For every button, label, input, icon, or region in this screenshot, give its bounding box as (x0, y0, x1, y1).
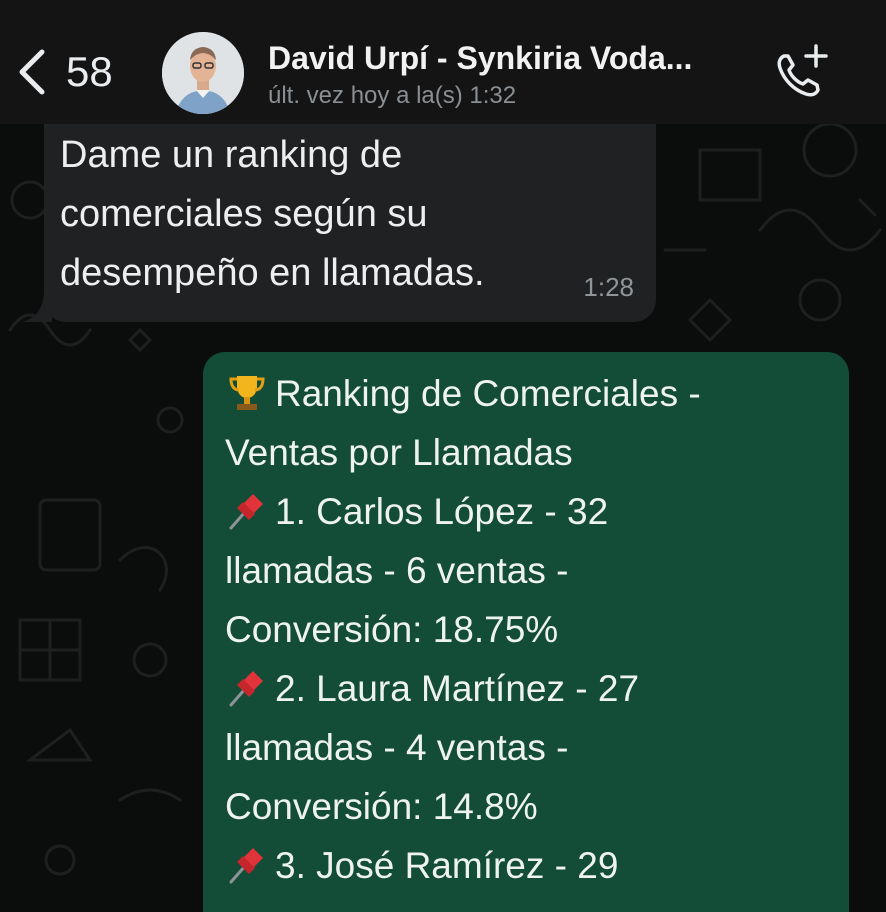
unread-count: 58 (66, 48, 113, 95)
message-line: 3. José Ramírez - 29 (225, 836, 825, 895)
incoming-message-text: Dame un ranking de comerciales según su … (60, 134, 485, 294)
outgoing-message-text: Ranking de Comerciales - Ventas por Llam… (225, 364, 825, 895)
message-line: Conversión: 18.75% (225, 609, 559, 650)
pushpin-icon (229, 671, 263, 707)
message-line: 1. Carlos López - 32 (225, 482, 825, 541)
message-line: llamadas - 4 ventas - (225, 727, 569, 768)
message-line-text: 3. José Ramírez - 29 (275, 845, 619, 886)
contact-name[interactable]: David Urpí - Synkiria Voda... (268, 40, 692, 77)
back-button[interactable]: 58 (14, 44, 124, 100)
message-timestamp: 1:28 (583, 272, 634, 302)
message-line: Conversión: 14.8% (225, 786, 538, 827)
chat-header: 58 David Urpí - Synkiria Voda... últ. ve… (0, 0, 886, 124)
incoming-message-bubble[interactable]: Dame un ranking de comerciales según su … (44, 112, 656, 322)
message-line: Ranking de Comerciales - (225, 364, 825, 423)
pushpin-icon (229, 494, 263, 530)
contact-photo (162, 32, 244, 114)
avatar[interactable] (162, 32, 244, 114)
message-line: 2. Laura Martínez - 27 (225, 659, 825, 718)
chevron-left-icon (19, 49, 45, 95)
message-line-text: Ranking de Comerciales - (275, 373, 701, 414)
message-line: Ventas por Llamadas (225, 432, 573, 473)
outgoing-message-bubble[interactable]: Ranking de Comerciales - Ventas por Llam… (203, 352, 849, 912)
add-call-button[interactable] (772, 42, 832, 100)
phone-plus-icon (777, 44, 828, 97)
message-line-text: 2. Laura Martínez - 27 (275, 668, 640, 709)
message-line-text: 1. Carlos López - 32 (275, 491, 609, 532)
last-seen-status: últ. vez hoy a la(s) 1:32 (268, 82, 517, 109)
trophy-icon (229, 376, 265, 410)
message-line: llamadas - 6 ventas - (225, 550, 569, 591)
pushpin-icon (229, 848, 263, 884)
